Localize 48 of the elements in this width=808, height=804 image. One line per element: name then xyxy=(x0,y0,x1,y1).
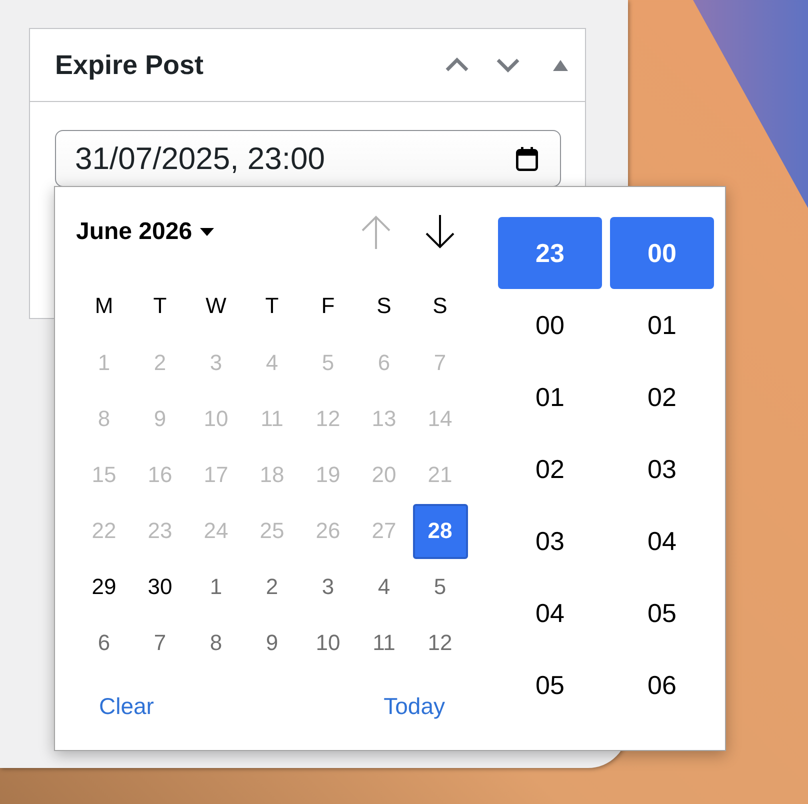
date-time-field[interactable]: 31/07/2025, 23:00 xyxy=(55,130,561,187)
weekday-label: S xyxy=(432,292,448,320)
caret-down-icon xyxy=(200,228,214,236)
minute-option[interactable]: 04 xyxy=(610,505,714,577)
calendar-day[interactable]: 7 xyxy=(132,616,188,670)
calendar-day[interactable]: 10 xyxy=(300,616,356,670)
weekday-label: F xyxy=(320,292,336,320)
calendar-day[interactable]: 3 xyxy=(300,560,356,614)
weekday-label: M xyxy=(94,292,114,320)
weekday-label: T xyxy=(152,292,168,320)
chevron-down-icon xyxy=(495,56,521,74)
hour-option[interactable]: 05 xyxy=(498,649,602,721)
hour-option[interactable]: 23 xyxy=(498,217,602,289)
calendar-day[interactable]: 1 xyxy=(188,560,244,614)
minute-option[interactable]: 06 xyxy=(610,649,714,721)
calendar-day[interactable]: 29 xyxy=(76,560,132,614)
arrow-down-icon xyxy=(425,215,455,249)
minute-option[interactable]: 00 xyxy=(610,217,714,289)
calendar-day[interactable]: 8 xyxy=(188,616,244,670)
minute-option[interactable]: 05 xyxy=(610,577,714,649)
minute-option[interactable]: 02 xyxy=(610,361,714,433)
calendar-day[interactable]: 30 xyxy=(132,560,188,614)
minute-option[interactable]: 01 xyxy=(610,289,714,361)
panel-title: Expire Post xyxy=(55,50,204,80)
calendar-day[interactable]: 2 xyxy=(244,560,300,614)
weekday-label: W xyxy=(204,292,228,320)
weekday-label: S xyxy=(376,292,392,320)
calendar-day[interactable]: 9 xyxy=(244,616,300,670)
hour-option[interactable]: 03 xyxy=(498,505,602,577)
triangle-up-icon xyxy=(552,60,568,70)
calendar-day[interactable]: 6 xyxy=(76,616,132,670)
calendar-day[interactable]: 4 xyxy=(356,560,412,614)
calendar-day[interactable]: 12 xyxy=(412,616,468,670)
clear-link[interactable]: Clear xyxy=(93,688,160,724)
calendar-icon xyxy=(516,146,538,170)
today-link[interactable]: Today xyxy=(378,688,451,724)
hour-option[interactable]: 00 xyxy=(498,289,602,361)
chevron-up-icon xyxy=(444,56,470,74)
calendar-day[interactable]: 5 xyxy=(412,560,468,614)
month-select[interactable]: June 2026 xyxy=(76,218,214,246)
hour-option[interactable]: 02 xyxy=(498,433,602,505)
calendar-day[interactable]: 28 xyxy=(412,504,468,558)
minute-option[interactable]: 03 xyxy=(610,433,714,505)
calendar-day[interactable]: 11 xyxy=(356,616,412,670)
hour-option[interactable]: 01 xyxy=(498,361,602,433)
hour-option[interactable]: 04 xyxy=(498,577,602,649)
arrow-up-icon xyxy=(361,215,391,249)
weekday-label: T xyxy=(264,292,280,320)
